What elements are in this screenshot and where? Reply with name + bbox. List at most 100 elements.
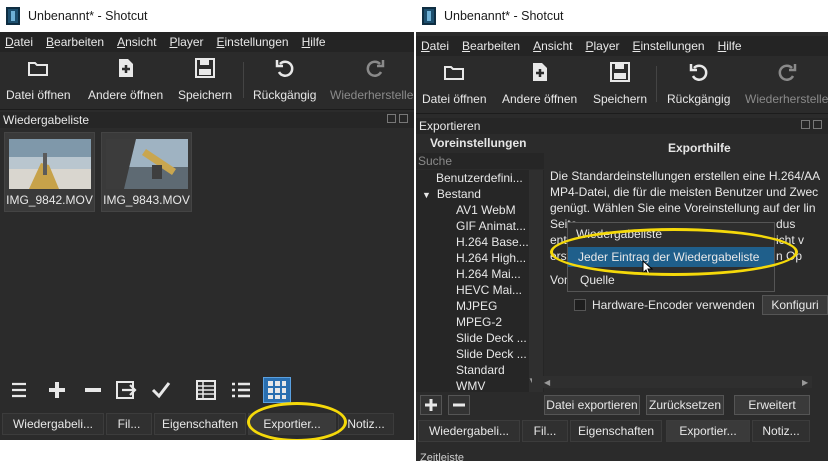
help-title: Exporthilfe <box>668 141 731 155</box>
panel-window-buttons[interactable] <box>801 120 822 129</box>
menu-ansicht[interactable]: Ansicht <box>533 39 572 53</box>
save-disk-icon <box>193 56 217 80</box>
menu-ansicht[interactable]: Ansicht <box>117 35 156 49</box>
list-view-icon[interactable] <box>230 379 252 401</box>
tab-export[interactable]: Exportier... <box>666 420 750 442</box>
help-horizontal-scrollbar[interactable] <box>532 376 812 388</box>
tree-item-preset[interactable]: Standard <box>416 362 544 378</box>
tree-item-preset[interactable]: MJPEG <box>416 298 544 314</box>
clip-name: IMG_9843.MOV <box>103 193 190 207</box>
tree-item-preset[interactable]: GIF Animat... <box>416 218 544 234</box>
tab-playlist[interactable]: Wiedergabeli... <box>2 413 104 435</box>
open-other-button[interactable]: Andere öffnen <box>88 56 163 106</box>
tree-item-preset[interactable]: Slide Deck ... <box>416 346 544 362</box>
playlist-title: Wiedergabeliste <box>3 113 90 127</box>
shotcut-app-icon <box>6 7 20 25</box>
open-file-button[interactable]: Datei öffnen <box>6 56 71 106</box>
tab-notes[interactable]: Notiz... <box>752 420 810 442</box>
source-dropdown-popup: Wiedergabeliste Jeder Eintrag der Wieder… <box>567 222 775 292</box>
tab-filters[interactable]: Fil... <box>522 420 568 442</box>
undo-icon <box>687 60 711 84</box>
menu-bearbeiten[interactable]: Bearbeiten <box>46 35 104 49</box>
presets-tree: Benutzerdefini... ▼ Bestand AV1 WebM GIF … <box>416 170 544 392</box>
export-title: Exportieren <box>419 119 481 133</box>
window-title: Unbenannt* - Shotcut <box>444 9 564 23</box>
help-text-fragments: dus icht v n Op <box>776 217 805 263</box>
tree-item-preset[interactable]: WMV <box>416 378 544 392</box>
checkmark-icon[interactable] <box>150 379 172 401</box>
open-file-button[interactable]: Datei öffnen <box>422 60 487 110</box>
mouse-cursor-icon <box>642 259 654 279</box>
save-button[interactable]: Speichern <box>593 60 647 110</box>
append-to-timeline-icon[interactable] <box>116 379 138 401</box>
tree-item-preset[interactable]: MPEG-2 <box>416 314 544 330</box>
presets-header: Voreinstellungen <box>416 134 544 152</box>
remove-minus-icon[interactable] <box>82 379 104 401</box>
main-toolbar: Datei öffnen Andere öffnen Speichern Rüc… <box>416 56 828 114</box>
tree-item-preset[interactable]: AV1 WebM <box>416 202 544 218</box>
timeline-label: Zeitleiste <box>420 452 465 461</box>
playlist-clip[interactable]: IMG_9842.MOV <box>4 132 95 212</box>
export-file-button[interactable]: Datei exportieren <box>544 395 640 415</box>
redo-button[interactable]: Wiederherstelle <box>745 60 828 110</box>
menu-datei[interactable]: Datei <box>5 35 33 49</box>
tab-export[interactable]: Exportier... <box>248 413 336 435</box>
save-button[interactable]: Speichern <box>178 56 232 106</box>
tree-item-preset[interactable]: H.264 High... <box>416 250 544 266</box>
undo-button[interactable]: Rückgängig <box>253 56 316 106</box>
advanced-button[interactable]: Erweitert <box>734 395 810 415</box>
menu-player[interactable]: Player <box>585 39 619 53</box>
popup-item-each-playlist-entry[interactable]: Jeder Eintrag der Wiedergabeliste <box>568 247 774 267</box>
tab-properties[interactable]: Eigenschaften <box>154 413 246 435</box>
remove-preset-button[interactable] <box>448 395 470 415</box>
tab-properties[interactable]: Eigenschaften <box>570 420 662 442</box>
preset-search-input[interactable]: Suche <box>416 153 544 169</box>
add-plus-icon[interactable] <box>46 379 68 401</box>
menu-player[interactable]: Player <box>169 35 203 49</box>
tree-item-preset[interactable]: H.264 Base... <box>416 234 544 250</box>
redo-button[interactable]: Wiederherstellen <box>330 56 414 106</box>
toolbar-separator <box>243 62 244 98</box>
menu-hilfe[interactable]: Hilfe <box>302 35 326 49</box>
menu-bar: Datei Bearbeiten Ansicht Player Einstell… <box>0 32 414 52</box>
hw-encoder-checkbox[interactable] <box>574 299 586 311</box>
menu-einstellungen[interactable]: Einstellungen <box>217 35 289 49</box>
menu-hamburger-icon[interactable] <box>8 379 30 401</box>
configure-button[interactable]: Konfiguri <box>762 295 828 315</box>
open-other-button[interactable]: Andere öffnen <box>502 60 577 110</box>
playlist-panel-header: Wiedergabeliste <box>0 112 414 128</box>
reset-button[interactable]: Zurücksetzen <box>646 395 724 415</box>
scroll-right-arrow-icon[interactable]: ▶ <box>802 378 808 387</box>
details-view-icon[interactable] <box>195 379 217 401</box>
chevron-down-icon: ▼ <box>422 190 431 200</box>
undo-button[interactable]: Rückgängig <box>667 60 730 110</box>
menu-hilfe[interactable]: Hilfe <box>718 39 742 53</box>
tree-item-preset[interactable]: HEVC Mai... <box>416 282 544 298</box>
scroll-left-arrow-icon[interactable]: ◀ <box>544 378 550 387</box>
tree-item-preset[interactable]: Slide Deck ... <box>416 330 544 346</box>
tree-item-preset[interactable]: H.264 Mai... <box>416 266 544 282</box>
bottom-tab-bar: Wiedergabeli... Fil... Eigenschaften Exp… <box>0 410 414 438</box>
popup-item-source[interactable]: Quelle <box>568 270 774 290</box>
tab-filters[interactable]: Fil... <box>106 413 152 435</box>
right-shotcut-window: Unbenannt* - Shotcut Datei Bearbeiten An… <box>416 0 828 461</box>
icon-view-grid-icon[interactable] <box>263 377 291 403</box>
add-preset-button[interactable] <box>420 395 442 415</box>
menu-datei[interactable]: Datei <box>421 39 449 53</box>
tree-scrollbar[interactable] <box>529 170 543 392</box>
redo-icon <box>363 56 387 80</box>
folder-icon <box>442 60 466 84</box>
playlist-clip[interactable]: IMG_9843.MOV <box>101 132 192 212</box>
tab-notes[interactable]: Notiz... <box>338 413 394 435</box>
menu-bar: Datei Bearbeiten Ansicht Player Einstell… <box>416 36 828 56</box>
add-file-icon <box>114 56 138 80</box>
tree-item-custom[interactable]: Benutzerdefini... <box>416 170 544 186</box>
tree-item-stock[interactable]: ▼ Bestand <box>416 186 544 202</box>
panel-window-buttons[interactable] <box>387 114 408 123</box>
tab-playlist[interactable]: Wiedergabeli... <box>418 420 520 442</box>
hw-encoder-label: Hardware-Encoder verwenden <box>592 298 755 312</box>
menu-bearbeiten[interactable]: Bearbeiten <box>462 39 520 53</box>
popup-item-playlist[interactable]: Wiedergabeliste <box>568 224 774 244</box>
title-bar: Unbenannt* - Shotcut <box>416 0 828 32</box>
menu-einstellungen[interactable]: Einstellungen <box>633 39 705 53</box>
